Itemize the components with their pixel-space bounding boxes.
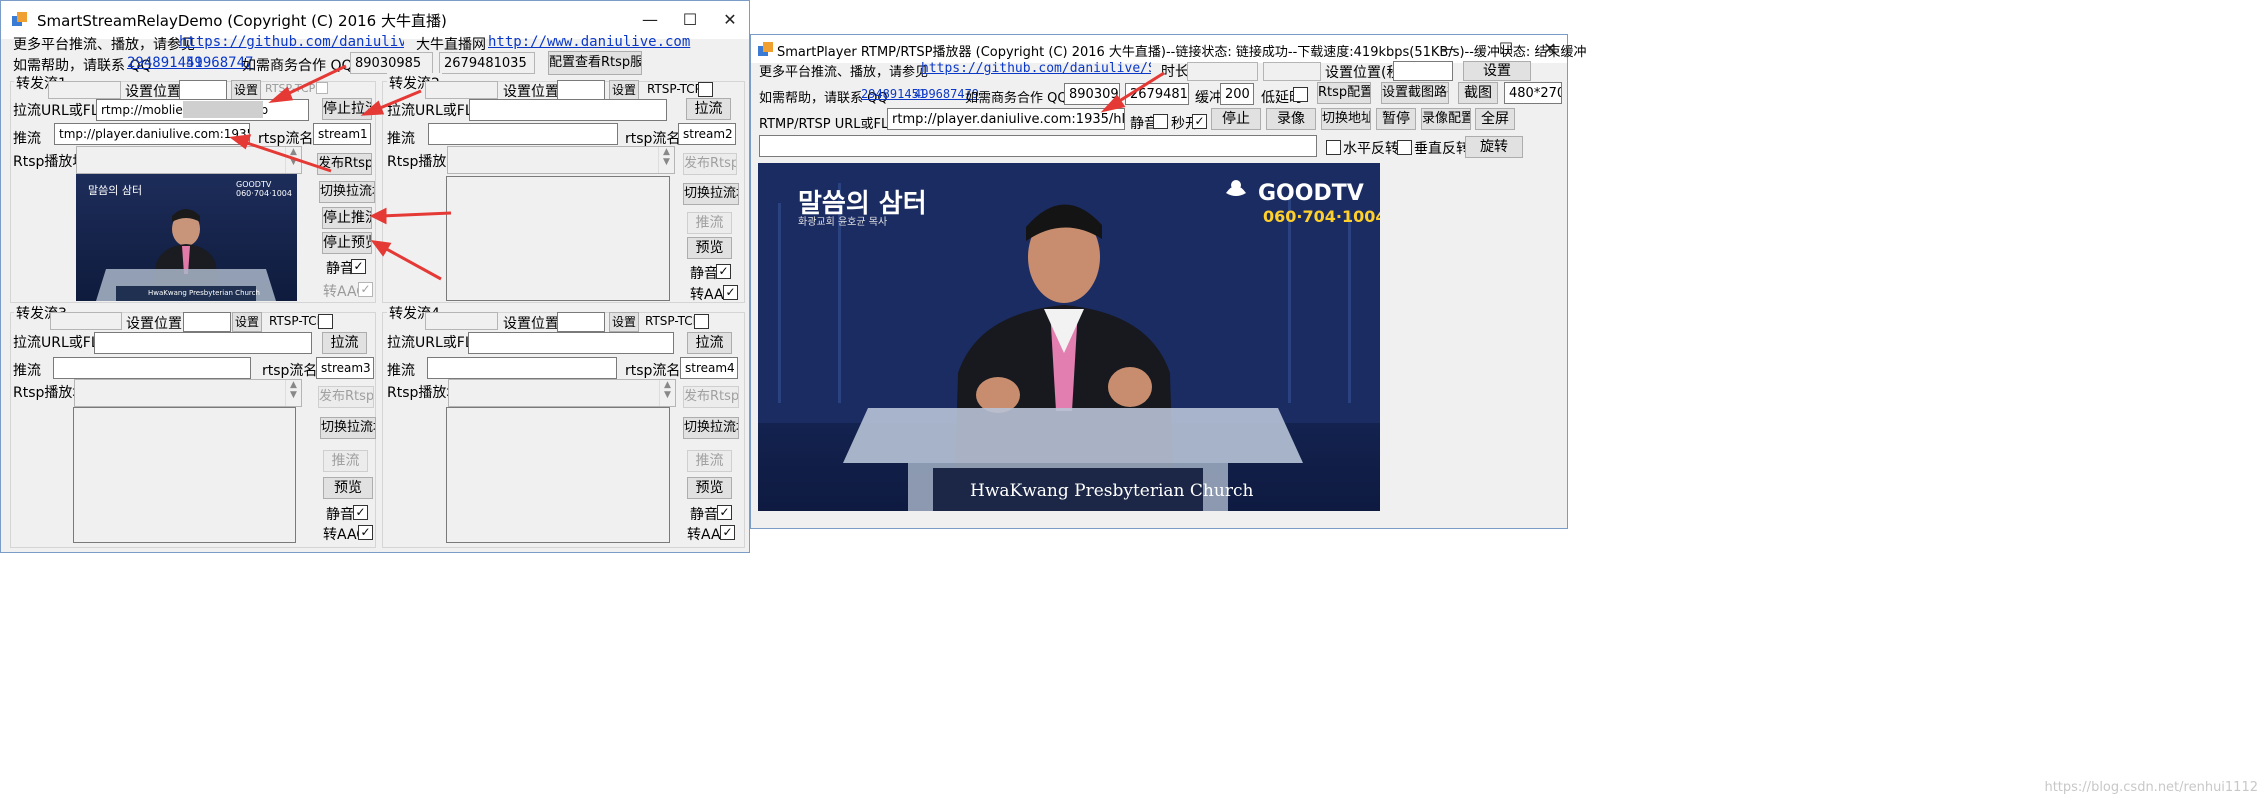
annotation-arrows xyxy=(1100,71,1165,113)
relay-window: SmartStreamRelayDemo (Copyright (C) 2016… xyxy=(0,0,750,553)
watermark: https://blog.csdn.net/renhui1112 xyxy=(2044,780,2258,795)
player-window: SmartPlayer RTMP/RTSP播放器 (Copyright (C) … xyxy=(750,34,1586,529)
annotation-arrows xyxy=(229,64,452,281)
